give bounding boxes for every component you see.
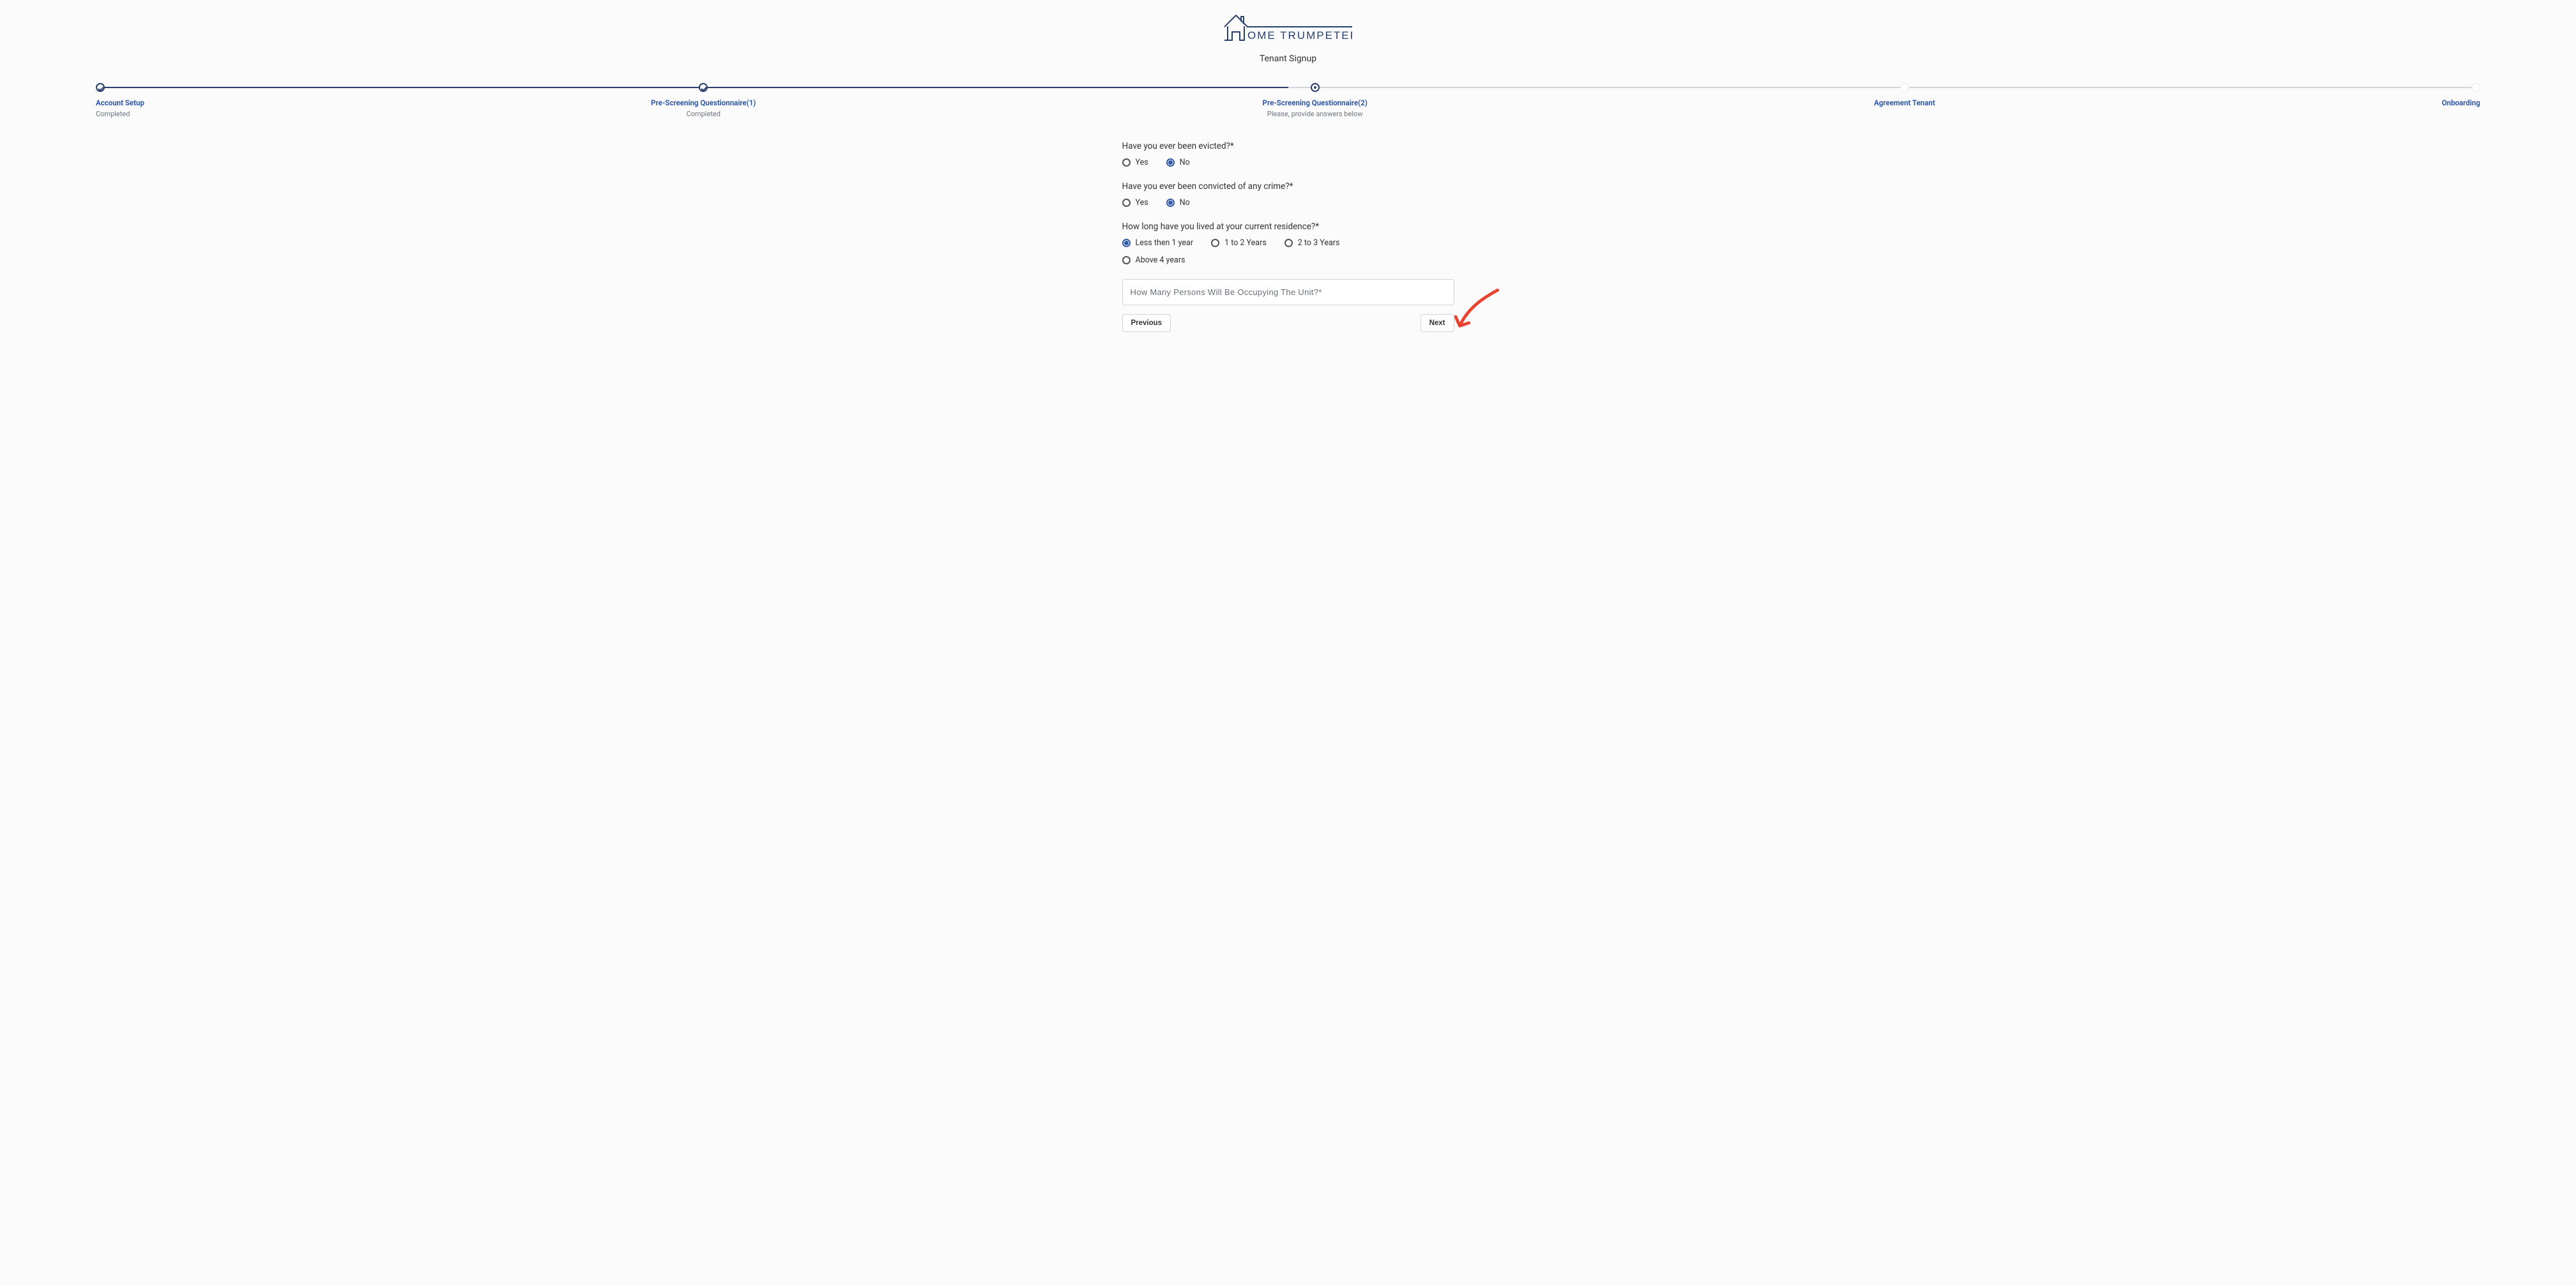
radio-icon bbox=[1211, 239, 1219, 247]
step-4: Agreement Tenant bbox=[1874, 83, 1935, 118]
radio-label: No bbox=[1180, 198, 1190, 208]
radio-label: 1 to 2 Years bbox=[1224, 238, 1267, 248]
step-title: Account Setup bbox=[96, 98, 144, 107]
radio-icon bbox=[1122, 158, 1131, 167]
radio-icon bbox=[1284, 239, 1293, 247]
step-5: Onboarding bbox=[2442, 83, 2480, 118]
step-title: Pre-Screening Questionnaire(2) bbox=[1263, 98, 1368, 107]
radio-icon bbox=[1166, 158, 1175, 167]
step-3: Pre-Screening Questionnaire(2) Please, pr… bbox=[1263, 83, 1368, 118]
house-icon: OME TRUMPETER bbox=[1224, 13, 1352, 42]
step-2: Pre-Screening Questionnaire(1) Completed bbox=[651, 83, 756, 118]
question-label: How long have you lived at your current … bbox=[1122, 222, 1454, 232]
questionnaire-form: Have you ever been evicted?* Yes No Have … bbox=[1122, 141, 1454, 332]
annotation-arrow-icon bbox=[1451, 286, 1502, 337]
progress-stepper: Account SetupCompletedPre-Screening Ques… bbox=[96, 83, 2480, 118]
evicted-option-1[interactable]: No bbox=[1166, 158, 1190, 167]
radio-label: Yes bbox=[1136, 198, 1148, 208]
step-dot-icon bbox=[699, 83, 708, 92]
question-label: Have you ever been evicted?* bbox=[1122, 141, 1454, 151]
next-button[interactable]: Next bbox=[1421, 314, 1454, 332]
radio-label: 2 to 3 Years bbox=[1298, 238, 1340, 248]
radio-icon bbox=[1166, 199, 1175, 207]
brand-logo: OME TRUMPETER bbox=[0, 13, 2576, 42]
step-title: Pre-Screening Questionnaire(1) bbox=[651, 98, 756, 107]
step-1: Account Setup Completed bbox=[96, 83, 144, 118]
brand-name-text: OME TRUMPETER bbox=[1247, 29, 1352, 42]
radio-label: Above 4 years bbox=[1136, 255, 1185, 265]
convicted-option-1[interactable]: No bbox=[1166, 198, 1190, 208]
question-convicted: Have you ever been convicted of any crim… bbox=[1122, 181, 1454, 208]
residence-option-1[interactable]: 1 to 2 Years bbox=[1211, 238, 1267, 248]
radio-label: Less then 1 year bbox=[1136, 238, 1194, 248]
residence-option-3[interactable]: Above 4 years bbox=[1122, 255, 1185, 265]
radio-label: Yes bbox=[1136, 158, 1148, 167]
occupants-input[interactable] bbox=[1122, 279, 1454, 305]
previous-button[interactable]: Previous bbox=[1122, 314, 1171, 332]
radio-label: No bbox=[1180, 158, 1190, 167]
evicted-option-0[interactable]: Yes bbox=[1122, 158, 1148, 167]
step-dot-icon bbox=[2471, 83, 2480, 92]
step-dot-icon bbox=[1900, 83, 1909, 92]
radio-icon bbox=[1122, 199, 1131, 207]
step-dot-icon bbox=[96, 83, 105, 92]
page-subtitle: Tenant Signup bbox=[0, 54, 2576, 64]
radio-icon bbox=[1122, 256, 1131, 264]
step-subtitle: Completed bbox=[651, 110, 756, 118]
step-title: Onboarding bbox=[2442, 98, 2480, 107]
question-residence-duration: How long have you lived at your current … bbox=[1122, 222, 1454, 265]
residence-option-0[interactable]: Less then 1 year bbox=[1122, 238, 1194, 248]
step-subtitle: Please, provide answers below bbox=[1263, 110, 1368, 118]
question-label: Have you ever been convicted of any crim… bbox=[1122, 181, 1454, 192]
convicted-option-0[interactable]: Yes bbox=[1122, 198, 1148, 208]
question-evicted: Have you ever been evicted?* Yes No bbox=[1122, 141, 1454, 167]
residence-option-2[interactable]: 2 to 3 Years bbox=[1284, 238, 1340, 248]
step-dot-icon bbox=[1311, 83, 1320, 92]
radio-icon bbox=[1122, 239, 1131, 247]
step-subtitle: Completed bbox=[96, 110, 144, 118]
step-title: Agreement Tenant bbox=[1874, 98, 1935, 107]
